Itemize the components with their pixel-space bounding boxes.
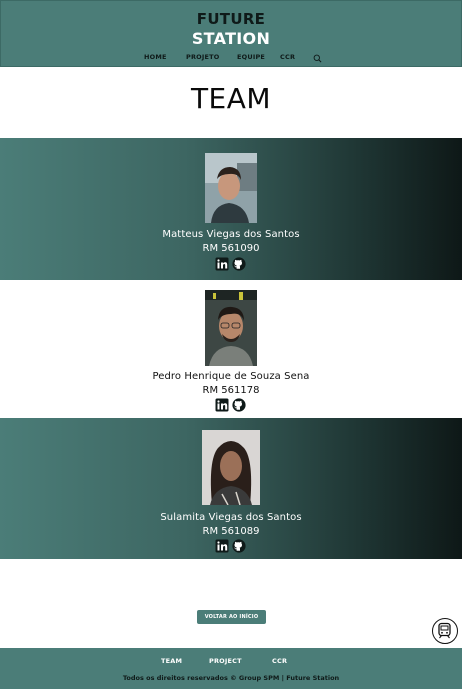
github-icon[interactable] xyxy=(232,539,246,553)
member-name: Pedro Henrique de Souza Sena xyxy=(152,371,310,382)
github-icon[interactable] xyxy=(232,398,246,412)
logo-line-2: STATION xyxy=(191,29,271,48)
footer-nav-ccr[interactable]: CCR xyxy=(272,657,287,665)
linkedin-icon[interactable] xyxy=(215,398,229,412)
search-icon[interactable] xyxy=(313,54,322,63)
train-chat-button[interactable] xyxy=(432,618,458,644)
back-to-home-button[interactable]: VOLTAR AO INÍCIO xyxy=(197,610,266,624)
member-name: Sulamita Viegas dos Santos xyxy=(160,512,302,523)
member-socials xyxy=(215,257,247,271)
member-photo xyxy=(202,430,260,505)
member-rm: RM 561089 xyxy=(202,526,260,537)
member-rm: RM 561090 xyxy=(202,243,260,254)
copyright-text: Todos os direitos reservados © Group SPM… xyxy=(122,674,340,682)
main-nav: HOME PROJETO EQUIPE CCR xyxy=(1,53,461,65)
logo[interactable]: FUTURE STATION xyxy=(1,10,461,48)
nav-equipe[interactable]: EQUIPE xyxy=(237,53,265,61)
member-photo xyxy=(205,290,257,366)
team-member-card: Sulamita Viegas dos Santos RM 561089 xyxy=(0,418,462,559)
nav-ccr[interactable]: CCR xyxy=(280,53,295,61)
linkedin-icon[interactable] xyxy=(215,257,229,271)
member-name: Matteus Viegas dos Santos xyxy=(162,229,300,240)
footer-nav-team[interactable]: TEAM xyxy=(161,657,182,665)
member-rm: RM 561178 xyxy=(202,385,260,396)
linkedin-icon[interactable] xyxy=(215,539,229,553)
member-photo xyxy=(205,153,257,223)
site-header: FUTURE STATION HOME PROJETO EQUIPE CCR xyxy=(0,0,462,67)
train-icon xyxy=(438,622,451,639)
footer-nav-project[interactable]: PROJECT xyxy=(209,657,242,665)
team-member-card: Matteus Viegas dos Santos RM 561090 xyxy=(0,138,462,280)
nav-home[interactable]: HOME xyxy=(144,53,167,61)
logo-line-1: FUTURE xyxy=(196,10,266,28)
team-member-card: Pedro Henrique de Souza Sena RM 561178 xyxy=(0,280,462,418)
github-icon[interactable] xyxy=(232,257,246,271)
member-socials xyxy=(215,398,247,412)
nav-projeto[interactable]: PROJETO xyxy=(186,53,220,61)
member-socials xyxy=(215,539,247,553)
page-title: TEAM xyxy=(190,82,272,115)
site-footer: TEAM PROJECT CCR Todos os direitos reser… xyxy=(0,648,462,689)
